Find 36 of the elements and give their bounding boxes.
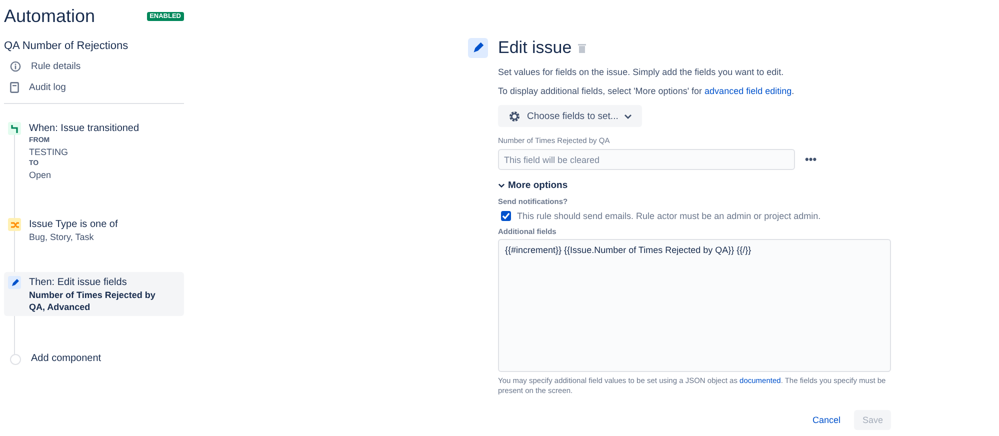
rule-component[interactable]: Add component bbox=[4, 348, 184, 386]
transition-icon bbox=[8, 122, 21, 135]
rule-name: QA Number of Rejections bbox=[4, 40, 130, 52]
chevron-down-icon bbox=[624, 114, 632, 118]
checkbox-label: This rule should send emails. Rule actor must be an admin or project admin. bbox=[517, 211, 821, 221]
editor-title: Edit issue bbox=[498, 38, 572, 58]
component-title: Issue Type is one of bbox=[29, 218, 118, 231]
json-textarea[interactable]: {{#increment}} {{Issue.Number of Times Rejected by QA}} {{/}} bbox=[498, 239, 891, 372]
pencil-icon bbox=[468, 38, 488, 58]
checkbox[interactable] bbox=[501, 211, 511, 221]
text-input[interactable]: This field will be cleared bbox=[498, 149, 795, 170]
component-detail: Bug, Story, Task bbox=[29, 231, 95, 243]
more-options-toggle[interactable]: More options bbox=[498, 180, 568, 191]
info-icon bbox=[10, 61, 21, 72]
gear-icon bbox=[508, 110, 521, 122]
document-icon bbox=[10, 82, 19, 93]
advanced-editing-link[interactable]: advanced field editing bbox=[704, 86, 792, 96]
sidebar-link[interactable]: Audit log bbox=[10, 77, 184, 98]
chevron-icon bbox=[498, 183, 505, 188]
rule-component[interactable]: Issue Type is one of Bug, Story, Task bbox=[4, 214, 184, 272]
rule-component[interactable]: Then: Edit issue fields Number of Times Rejected by QA, Advanced bbox=[4, 272, 184, 316]
description-text: Set values for fields on the issue. Simply add the fields you want to edit. bbox=[498, 67, 785, 77]
pencil-icon bbox=[8, 276, 21, 289]
component-title: When: Issue transitioned bbox=[29, 122, 140, 135]
shuffle-icon bbox=[8, 218, 21, 231]
component-title: Add component bbox=[31, 352, 102, 365]
hint-text: To display additional fields, select 'More options' for advanced field editing. bbox=[498, 86, 796, 96]
component-detail: Number of Times Rejected by QA, Advanced bbox=[29, 289, 156, 313]
choose-fields-button[interactable]: Choose fields to set... bbox=[498, 105, 642, 127]
component-detail: Open bbox=[29, 169, 52, 181]
component-detail: TESTING bbox=[29, 146, 70, 158]
cancel-button[interactable]: Cancel bbox=[804, 410, 848, 430]
sidebar-link[interactable]: Rule details bbox=[10, 56, 184, 77]
page-title: Automation bbox=[4, 6, 96, 27]
more-button[interactable]: ••• bbox=[801, 154, 821, 166]
component-title: Then: Edit issue fields bbox=[29, 276, 128, 289]
